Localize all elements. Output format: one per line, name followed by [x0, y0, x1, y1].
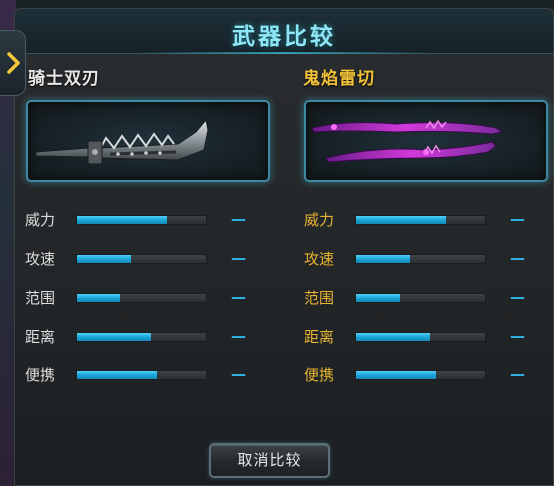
stat-diff: — — [231, 288, 246, 306]
stat-bar-fill — [356, 216, 447, 224]
stat-diff: — — [510, 288, 525, 306]
stat-bar — [76, 254, 207, 264]
stat-diff: — — [231, 327, 246, 345]
stat-bar-fill — [356, 255, 411, 263]
stat-row: 距离 — — [25, 328, 255, 346]
stat-bar — [355, 332, 486, 342]
stat-bar — [76, 370, 207, 380]
stat-diff: — — [231, 210, 246, 228]
stat-bar-fill — [77, 255, 132, 263]
stat-label: 威力 — [304, 211, 335, 229]
title-bar: 武器比较 — [15, 9, 553, 54]
stat-diff: — — [510, 327, 525, 345]
stat-diff: — — [231, 249, 246, 267]
stat-label: 距离 — [25, 328, 56, 346]
stat-bar — [76, 332, 207, 342]
ghost-flame-lightning-blade-icon — [311, 119, 504, 163]
left-weapon-image-frame — [26, 100, 270, 182]
stat-bar-fill — [77, 216, 168, 224]
stat-diff: — — [510, 249, 525, 267]
stat-row: 攻速 — — [25, 250, 255, 268]
cancel-compare-button[interactable]: 取消比较 — [209, 443, 330, 478]
stat-bar-fill — [356, 333, 430, 341]
stat-label: 攻速 — [304, 250, 335, 268]
stat-label: 威力 — [25, 211, 56, 229]
chevron-right-icon — [7, 52, 20, 74]
stat-row: 距离 — — [304, 328, 534, 346]
stat-bar — [76, 215, 207, 225]
stat-bar-fill — [77, 294, 120, 302]
stat-diff: — — [231, 365, 246, 383]
stat-diff: — — [510, 365, 525, 383]
stat-bar — [355, 293, 486, 303]
stat-bar — [355, 370, 486, 380]
stat-row: 便携 — — [304, 366, 534, 384]
stat-bar-fill — [356, 371, 436, 379]
stat-label: 距离 — [304, 328, 335, 346]
knight-dual-blade-icon — [35, 118, 209, 165]
stat-bar — [355, 215, 486, 225]
stat-label: 便携 — [25, 366, 56, 384]
stat-label: 范围 — [25, 289, 56, 307]
left-weapon-name: 骑士双刃 — [28, 69, 100, 89]
window-title: 武器比较 — [232, 24, 336, 50]
stat-row: 攻速 — — [304, 250, 534, 268]
stat-row: 威力 — — [25, 211, 255, 229]
stat-row: 威力 — — [304, 211, 534, 229]
stat-row: 范围 — — [304, 289, 534, 307]
right-weapon-image-frame — [304, 100, 548, 182]
stat-bar — [76, 293, 207, 303]
side-collapse-tab[interactable] — [0, 30, 26, 96]
stat-bar-fill — [356, 294, 400, 302]
stat-diff: — — [510, 210, 525, 228]
stat-label: 攻速 — [25, 250, 56, 268]
stat-bar-fill — [77, 333, 151, 341]
stat-label: 范围 — [304, 289, 335, 307]
weapon-compare-screen: 武器比较 骑士双刃 鬼焰雷切 威力 — 攻速 — 范围 — 距离 — 便携 — … — [0, 0, 554, 486]
stat-row: 范围 — — [25, 289, 255, 307]
stat-label: 便携 — [304, 366, 335, 384]
stat-row: 便携 — — [25, 366, 255, 384]
right-weapon-name: 鬼焰雷切 — [303, 69, 375, 89]
stat-bar-fill — [77, 371, 157, 379]
stat-bar — [355, 254, 486, 264]
